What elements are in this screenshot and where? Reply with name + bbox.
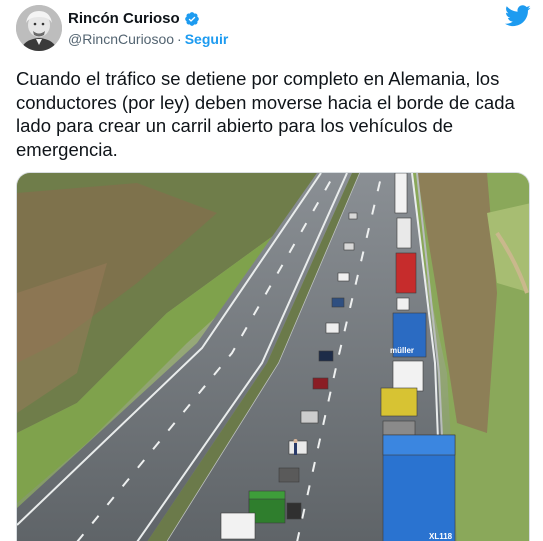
follow-button[interactable]: Seguir	[185, 31, 229, 47]
author-avatar[interactable]	[16, 5, 62, 51]
author-handle[interactable]: @RincnCuriosoo	[68, 31, 174, 47]
author-name[interactable]: Rincón Curioso	[68, 10, 180, 27]
truck-brand-label: müller	[390, 346, 414, 355]
verified-badge-icon	[184, 11, 199, 26]
twitter-bird-icon[interactable]	[505, 5, 531, 27]
author-handle-row: @RincnCuriosoo · Seguir	[68, 31, 228, 47]
author-name-row: Rincón Curioso	[68, 10, 200, 27]
tweet-photo[interactable]: müller XL118	[16, 172, 530, 541]
highway-traffic-photo-icon: müller XL118	[17, 173, 529, 541]
portrait-avatar-icon	[16, 5, 62, 51]
truck-plate-label: XL118	[429, 532, 453, 541]
tweet-text: Cuando el tráfico se detiene por complet…	[16, 68, 515, 160]
separator-dot: ·	[177, 31, 182, 47]
